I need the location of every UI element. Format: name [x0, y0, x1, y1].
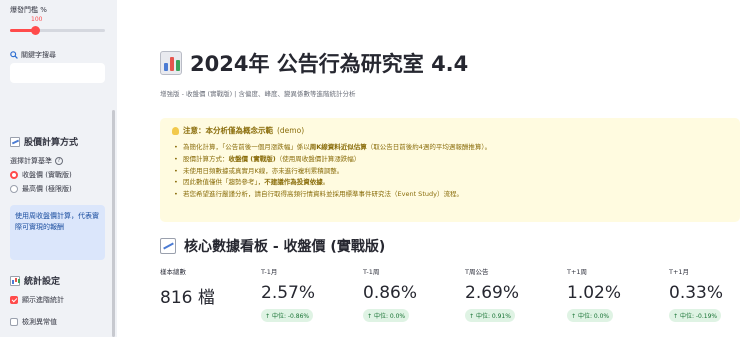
metric-t-plus-month: T+1月 0.33% ↑ 中位: -0.19%	[669, 266, 723, 322]
calc-section-title: 股價計算方式	[24, 138, 79, 148]
threshold-slider[interactable]	[10, 26, 105, 35]
metric-t-minus-month: T-1月 2.57% ↑ 中位: -0.86%	[261, 266, 315, 322]
kpi-heading: 核心數據看板 - 收盤價 (實戰版)	[160, 236, 385, 256]
checkbox-checked	[10, 296, 18, 304]
radio-selected-indicator	[10, 171, 18, 179]
bar-chart-icon	[10, 275, 20, 286]
checkbox-advanced-stats[interactable]: 顯示進階統計	[10, 295, 64, 305]
slider-value: 100	[31, 16, 43, 23]
slider-label: 爆發門檻 %	[10, 6, 47, 14]
metric-delta: ↑ 中位: -0.86%	[261, 309, 314, 322]
metric-value: 0.33%	[669, 283, 724, 303]
metric-value: 816 檔	[160, 288, 215, 308]
page-subtitle: 增強版 - 收盤價 (實戰版) | 含偏度、峰度、變異係數等進階統計分析	[160, 90, 356, 98]
checkbox-outliers[interactable]: 檢測異常值	[10, 317, 57, 327]
radio-group-label-text: 選擇計算基準	[10, 157, 52, 165]
checkbox-label: 檢測異常值	[22, 318, 57, 326]
line-chart-icon	[160, 238, 176, 254]
metric-label: T-1月	[261, 268, 278, 276]
metric-t-minus-week: T-1周 0.86% ↑ 中位: 0.0%	[363, 266, 417, 322]
metric-delta: ↑ 中位: 0.0%	[363, 309, 410, 322]
radio-option-close[interactable]: 收盤價 (實戰版)	[10, 170, 72, 180]
lightbulb-icon	[172, 126, 179, 135]
radio-option-label: 最高價 (極限版)	[22, 185, 72, 193]
radio-option-high[interactable]: 最高價 (極限版)	[10, 184, 72, 194]
radio-unselected-indicator	[10, 185, 18, 193]
metric-value: 0.86%	[363, 283, 418, 303]
metric-sample-count: 樣本總數 816 檔	[160, 266, 215, 308]
metric-label: T-1周	[363, 268, 380, 276]
metric-delta: ↑ 中位: 0.91%	[465, 309, 515, 322]
checkbox-unchecked	[10, 318, 18, 326]
sidebar: 爆發門檻 % 100 關鍵字搜尋 股價計算方式 選擇計算基準 ? 收盤價 (實戰…	[0, 0, 117, 337]
stats-section-heading: 統計設定	[10, 274, 60, 287]
checkbox-label: 顯示進階統計	[22, 296, 64, 304]
search-input[interactable]	[10, 63, 105, 83]
sidebar-scrollbar[interactable]	[112, 110, 115, 337]
metric-label: T周公告	[465, 268, 489, 276]
warning-item: 因此數值僅供「趨勢參考」，不建議作為投資依據。	[172, 177, 728, 189]
warning-item: 若您希望進行嚴謹分析，請自行取得高頻行情資料並採用標準事件研究法（Event S…	[172, 189, 728, 201]
metric-t-week: T周公告 2.69% ↑ 中位: 0.91%	[465, 266, 519, 322]
search-label-text: 關鍵字搜尋	[21, 51, 56, 59]
radio-group-label: 選擇計算基準 ?	[10, 156, 63, 166]
page-title-text: 2024年 公告行為研究室 4.4	[190, 52, 469, 76]
kpi-heading-text: 核心數據看板 - 收盤價 (實戰版)	[184, 239, 386, 255]
warning-list: 為簡化計算，「公告前後一個月漲跌幅」係以周K線資料近似估算（取公告日前後約4週的…	[172, 142, 728, 201]
metric-label: T+1周	[567, 268, 588, 276]
warning-title: 注意：本分析僅為概念示範 (demo)	[172, 125, 728, 136]
search-label: 關鍵字搜尋	[10, 50, 56, 60]
line-chart-icon	[10, 136, 20, 147]
metric-delta: ↑ 中位: 0.0%	[567, 309, 614, 322]
metric-value: 1.02%	[567, 283, 622, 303]
bar-chart-icon	[160, 51, 182, 75]
metric-label: 樣本總數	[160, 268, 186, 276]
metric-label: T+1月	[669, 268, 690, 276]
warning-item: 股價計算方式：收盤價 (實戰版)（使用周收盤價計算漲跌幅）	[172, 154, 728, 166]
metric-delta: ↑ 中位: -0.19%	[669, 309, 722, 322]
slider-thumb[interactable]	[31, 26, 41, 35]
page-title: 2024年 公告行為研究室 4.4	[160, 48, 468, 78]
warning-title-rest: (demo)	[277, 126, 305, 135]
magnifier-icon	[10, 51, 18, 59]
main-content: 2024年 公告行為研究室 4.4 增強版 - 收盤價 (實戰版) | 含偏度、…	[117, 0, 740, 337]
info-box: 使用周收盤價計算，代表實際可實現的報酬	[10, 205, 105, 260]
stats-section-title: 統計設定	[24, 277, 61, 287]
calc-section-heading: 股價計算方式	[10, 135, 78, 148]
warning-box: 注意：本分析僅為概念示範 (demo) 為簡化計算，「公告前後一個月漲跌幅」係以…	[160, 118, 740, 222]
warning-item: 未使用日頻數據或真實月K線，亦未進行複利累積調整。	[172, 166, 728, 178]
help-icon[interactable]: ?	[55, 157, 63, 165]
warning-title-bold: 注意：本分析僅為概念示範	[183, 126, 273, 135]
metric-value: 2.57%	[261, 283, 316, 303]
metric-t-plus-week: T+1周 1.02% ↑ 中位: 0.0%	[567, 266, 621, 322]
warning-item: 為簡化計算，「公告前後一個月漲跌幅」係以周K線資料近似估算（取公告日前後約4週的…	[172, 142, 728, 154]
metric-value: 2.69%	[465, 283, 520, 303]
radio-option-label: 收盤價 (實戰版)	[22, 171, 72, 179]
